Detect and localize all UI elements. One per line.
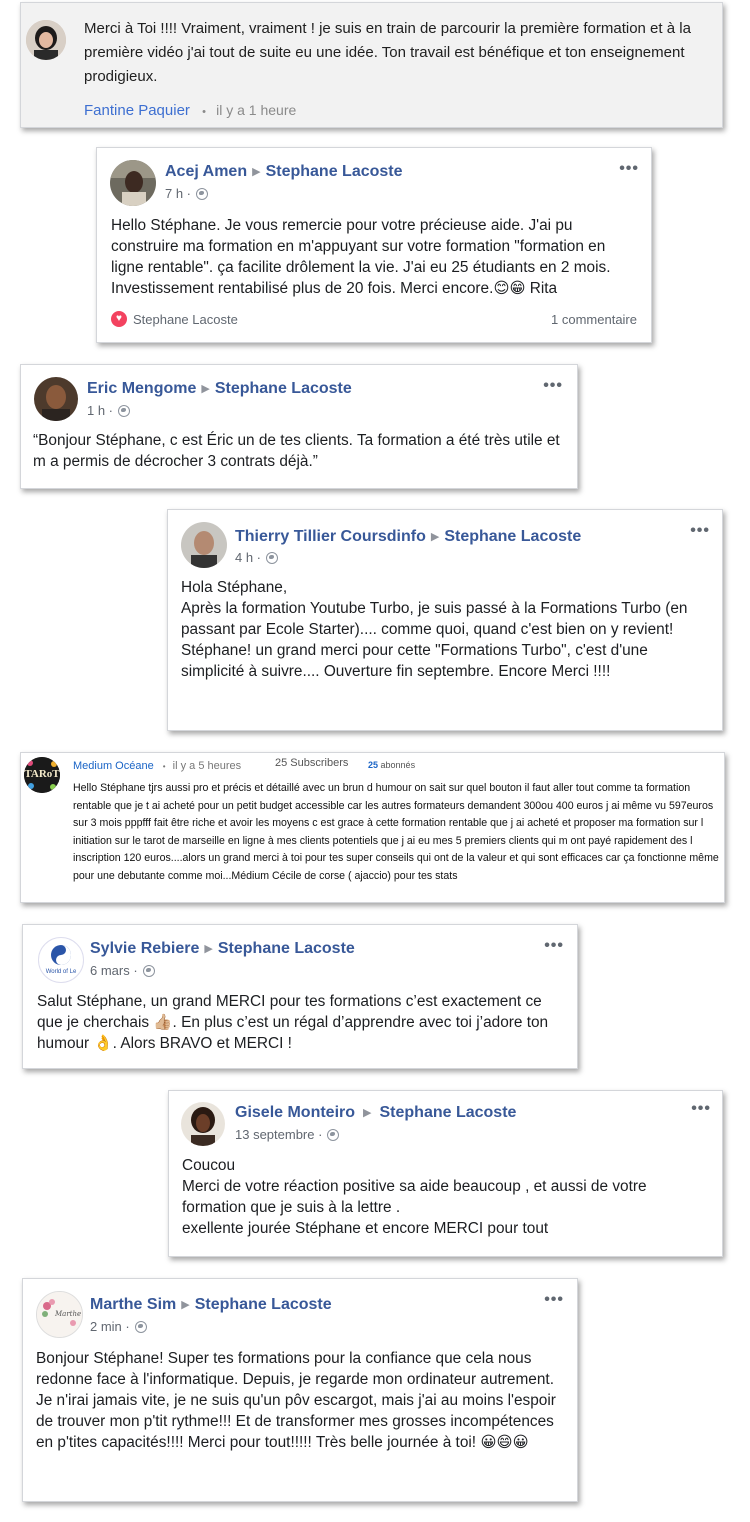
post-text: Coucou Merci de votre réaction positive … — [182, 1155, 690, 1239]
abonnes-label: abonnés — [380, 760, 416, 770]
post-meta: 7 h · — [165, 186, 209, 201]
post-card-eric: Eric Mengome ▶ Stephane Lacoste 1 h · ••• … — [20, 364, 578, 489]
post-meta: 1 h · — [87, 403, 131, 418]
subscribers-count: 25 Subscribers — [275, 757, 349, 769]
post-meta: 2 min · — [90, 1319, 147, 1334]
post-header: Gisele Monteiro ▶ Stephane Lacoste — [235, 1104, 516, 1122]
globe-icon — [266, 551, 279, 564]
post-time[interactable]: 1 h · — [87, 403, 113, 418]
post-meta: 4 h · — [235, 550, 279, 565]
abonnes-count: 25 abonnés — [368, 760, 415, 770]
avatar-text: Marthe — [55, 1310, 82, 1318]
comment-author[interactable]: Medium Océane — [73, 760, 154, 772]
post-card-sylvie: World of Le Sylvie Rebiere ▶ Stephane Laco… — [22, 924, 578, 1069]
avatar[interactable]: World of Le — [38, 937, 84, 983]
post-text: “Bonjour Stéphane, c est Éric un de tes … — [33, 432, 560, 470]
comment-card-fantine: Merci à Toi !!!! Vraiment, vraiment ! je… — [20, 2, 723, 128]
heart-icon[interactable]: ♥ — [111, 311, 127, 327]
globe-icon — [142, 964, 155, 977]
separator: • — [202, 106, 206, 118]
comment-time[interactable]: il y a 5 heures — [173, 760, 241, 772]
avatar[interactable] — [34, 377, 78, 421]
author-name[interactable]: Thierry Tillier Coursdinfo — [235, 528, 426, 545]
post-card-thierry: Thierry Tillier Coursdinfo ▶ Stephane Laco… — [167, 509, 723, 731]
author-name[interactable]: Gisele Monteiro — [235, 1104, 355, 1121]
text-line: exellente jourée Stéphane et encore MERC… — [182, 1220, 549, 1237]
target-name[interactable]: Stephane Lacoste — [380, 1104, 517, 1121]
text-line: Stéphane! un grand merci pour cette "For… — [181, 642, 648, 680]
globe-icon — [118, 404, 131, 417]
globe-icon — [134, 1320, 147, 1333]
arrow-right-icon: ▶ — [204, 943, 213, 955]
more-options-button[interactable]: ••• — [543, 377, 563, 395]
post-time[interactable]: 13 septembre · — [235, 1127, 322, 1142]
text-line: Coucou — [182, 1157, 236, 1174]
target-name[interactable]: Stephane Lacoste — [218, 940, 355, 957]
comment-text: Hello Stéphane tjrs aussi pro et précis … — [73, 782, 719, 882]
arrow-right-icon: ▶ — [363, 1107, 372, 1119]
comment-card-oceane: TARoT Medium Océane • il y a 5 heures 25… — [20, 752, 725, 903]
post-time[interactable]: 4 h · — [235, 550, 261, 565]
post-text: Salut Stéphane, un grand MERCI pour tes … — [37, 993, 549, 1052]
text-line: Après la formation Youtube Turbo, je sui… — [181, 600, 688, 638]
globe-icon — [196, 187, 209, 200]
avatar[interactable] — [181, 522, 227, 568]
text-line: Merci de votre réaction positive sa aide… — [182, 1178, 647, 1216]
post-header: Sylvie Rebiere ▶ Stephane Lacoste — [90, 940, 355, 958]
arrow-right-icon: ▶ — [252, 166, 261, 178]
comment-meta: Medium Océane • il y a 5 heures — [73, 760, 241, 772]
avatar[interactable]: Marthe — [36, 1291, 83, 1338]
post-time[interactable]: 2 min · — [90, 1319, 130, 1334]
arrow-right-icon: ▶ — [201, 383, 210, 395]
author-name[interactable]: Marthe Sim — [90, 1296, 176, 1313]
post-card-marthe: Marthe Marthe Sim ▶ Stephane Lacoste 2 min… — [22, 1278, 578, 1502]
reaction-bar: ♥ Stephane Lacoste — [111, 311, 238, 327]
post-header: Acej Amen ▶ Stephane Lacoste — [165, 163, 403, 181]
target-name[interactable]: Stephane Lacoste — [215, 380, 352, 397]
avatar[interactable] — [181, 1102, 225, 1146]
post-text: Hello Stéphane. Je vous remercie pour vo… — [111, 217, 611, 297]
more-options-button[interactable]: ••• — [619, 160, 639, 178]
arrow-right-icon: ▶ — [430, 531, 440, 543]
more-options-button[interactable]: ••• — [690, 522, 710, 540]
post-card-acej: Acej Amen ▶ Stephane Lacoste 7 h · ••• Hel… — [96, 147, 652, 343]
avatar-text: TARoT — [24, 768, 60, 780]
target-name[interactable]: Stephane Lacoste — [195, 1296, 332, 1313]
abonnes-number: 25 — [368, 760, 379, 770]
arrow-right-icon: ▶ — [181, 1299, 190, 1311]
more-options-button[interactable]: ••• — [544, 1291, 564, 1309]
comment-time[interactable]: il y a 1 heure — [216, 102, 296, 118]
comment-meta: Fantine Paquier • il y a 1 heure — [84, 102, 296, 119]
post-card-gisele: Gisele Monteiro ▶ Stephane Lacoste 13 sept… — [168, 1090, 723, 1257]
post-meta: 13 septembre · — [235, 1127, 340, 1142]
avatar[interactable]: TARoT — [24, 757, 60, 793]
post-meta: 6 mars · — [90, 963, 155, 978]
more-options-button[interactable]: ••• — [691, 1100, 711, 1118]
target-name[interactable]: Stephane Lacoste — [266, 163, 403, 180]
post-header: Marthe Sim ▶ Stephane Lacoste — [90, 1296, 332, 1314]
post-time[interactable]: 7 h · — [165, 186, 191, 201]
post-header: Thierry Tillier Coursdinfo ▶ Stephane Laco… — [235, 528, 581, 546]
avatar[interactable] — [26, 20, 66, 60]
avatar[interactable] — [110, 160, 156, 206]
globe-icon — [327, 1128, 340, 1141]
text-line: Hola Stéphane, — [181, 579, 288, 596]
avatar-text: World of Le — [45, 969, 77, 975]
comment-text: Merci à Toi !!!! Vraiment, vraiment ! je… — [84, 20, 691, 85]
author-name[interactable]: Acej Amen — [165, 163, 247, 180]
post-text: Bonjour Stéphane! Super tes formations p… — [36, 1350, 556, 1451]
author-name[interactable]: Eric Mengome — [87, 380, 196, 397]
comment-author[interactable]: Fantine Paquier — [84, 102, 190, 119]
post-text: Hola Stéphane, Après la formation Youtub… — [181, 577, 701, 682]
target-name[interactable]: Stephane Lacoste — [444, 528, 581, 545]
post-header: Eric Mengome ▶ Stephane Lacoste — [87, 380, 352, 398]
reaction-name[interactable]: Stephane Lacoste — [133, 312, 238, 327]
comment-count[interactable]: 1 commentaire — [551, 312, 637, 327]
post-time[interactable]: 6 mars · — [90, 963, 138, 978]
author-name[interactable]: Sylvie Rebiere — [90, 940, 199, 957]
separator: • — [162, 762, 166, 771]
more-options-button[interactable]: ••• — [544, 937, 564, 955]
